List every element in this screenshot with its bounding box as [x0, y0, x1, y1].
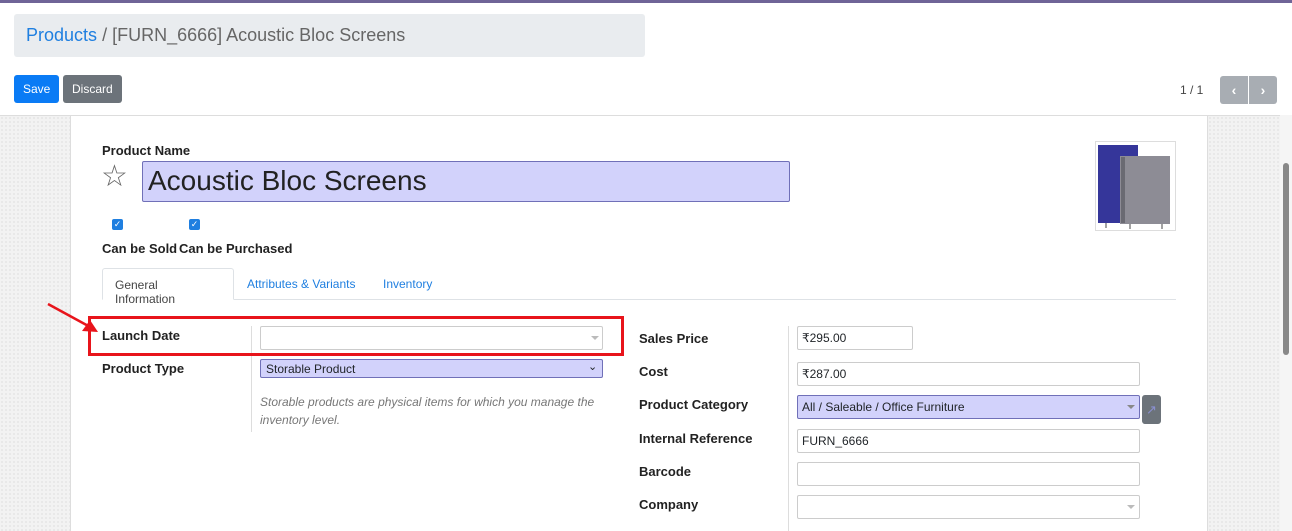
- product-category-select[interactable]: All / Saleable / Office Furniture: [797, 395, 1140, 419]
- company-select[interactable]: [797, 495, 1140, 519]
- external-link-icon: ↗: [1146, 402, 1157, 417]
- cost-label: Cost: [639, 364, 668, 379]
- can-be-sold-checkbox[interactable]: ✓: [112, 219, 123, 230]
- product-category-caret-icon: [1127, 405, 1135, 409]
- chevron-left-icon: ‹: [1231, 82, 1237, 98]
- product-category-label: Product Category: [639, 397, 749, 412]
- highlight-box: [88, 316, 624, 356]
- barcode-input[interactable]: [797, 462, 1140, 486]
- right-group-separator: [788, 326, 789, 531]
- breadcrumb-products-link[interactable]: Products: [26, 25, 97, 45]
- breadcrumb-separator: /: [102, 25, 108, 45]
- can-be-purchased-checkbox[interactable]: ✓: [189, 219, 200, 230]
- company-caret-icon: [1127, 505, 1135, 509]
- tab-general-information[interactable]: General Information: [102, 268, 234, 306]
- acoustic-screen-image: [1098, 145, 1170, 229]
- product-name-label: Product Name: [102, 143, 191, 158]
- tab-attributes-variants[interactable]: Attributes & Variants: [235, 268, 368, 300]
- breadcrumb-current: [FURN_6666] Acoustic Bloc Screens: [112, 25, 406, 45]
- save-button[interactable]: Save: [14, 75, 60, 103]
- discard-button[interactable]: Discard: [63, 75, 122, 103]
- pager-value: 1 / 1: [1180, 83, 1204, 97]
- internal-reference-label: Internal Reference: [639, 431, 753, 446]
- cost-input[interactable]: ₹287.00: [797, 362, 1140, 386]
- tab-inventory[interactable]: Inventory: [371, 268, 444, 300]
- barcode-label: Barcode: [639, 464, 692, 479]
- product-type-select[interactable]: Storable Product: [260, 359, 603, 378]
- chevron-right-icon: ›: [1260, 82, 1266, 98]
- can-be-purchased-label: Can be Purchased: [179, 241, 293, 256]
- pager-previous-button[interactable]: ‹: [1220, 76, 1248, 104]
- star-outline-icon[interactable]: ☆: [101, 160, 128, 194]
- product-image[interactable]: [1095, 141, 1176, 231]
- product-type-label: Product Type: [102, 361, 185, 376]
- internal-reference-input[interactable]: FURN_6666: [797, 429, 1140, 453]
- pager-next-button[interactable]: ›: [1249, 76, 1277, 104]
- top-bar: [0, 0, 1292, 3]
- product-name-input[interactable]: Acoustic Bloc Screens: [142, 161, 790, 202]
- sales-price-input[interactable]: ₹295.00: [797, 326, 913, 350]
- company-label: Company: [639, 497, 699, 512]
- annotation-arrow-icon: [47, 302, 98, 332]
- product-type-help: Storable products are physical items for…: [260, 395, 595, 427]
- sales-price-label: Sales Price: [639, 331, 709, 346]
- external-link-button[interactable]: ↗: [1142, 395, 1161, 424]
- chevron-down-icon: ⌄: [588, 361, 598, 373]
- can-be-sold-label: Can be Sold: [102, 241, 178, 256]
- breadcrumb: Products / [FURN_6666] Acoustic Bloc Scr…: [14, 14, 645, 57]
- scrollbar-thumb[interactable]: [1283, 163, 1289, 355]
